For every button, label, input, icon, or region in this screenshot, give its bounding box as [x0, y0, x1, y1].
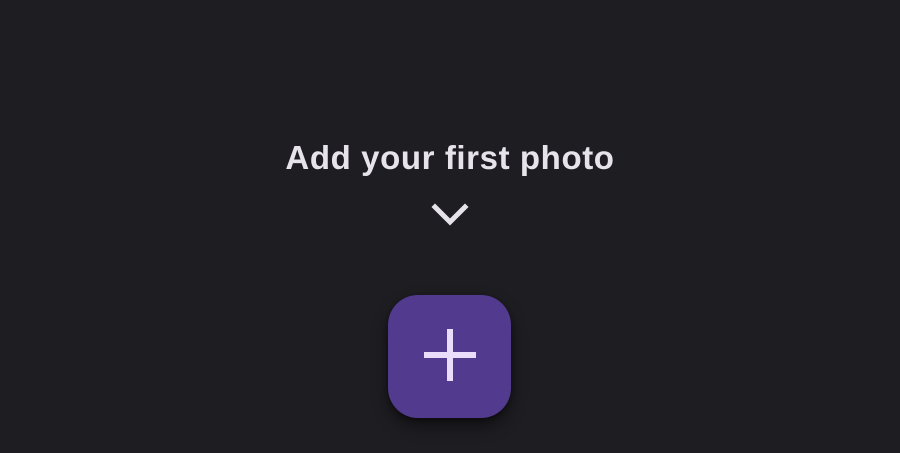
empty-state-prompt: Add your first photo [285, 139, 615, 176]
add-photo-button[interactable] [388, 295, 511, 418]
chevron-down-icon [431, 203, 469, 226]
plus-icon [424, 329, 476, 381]
empty-state: Add your first photo [0, 0, 900, 453]
